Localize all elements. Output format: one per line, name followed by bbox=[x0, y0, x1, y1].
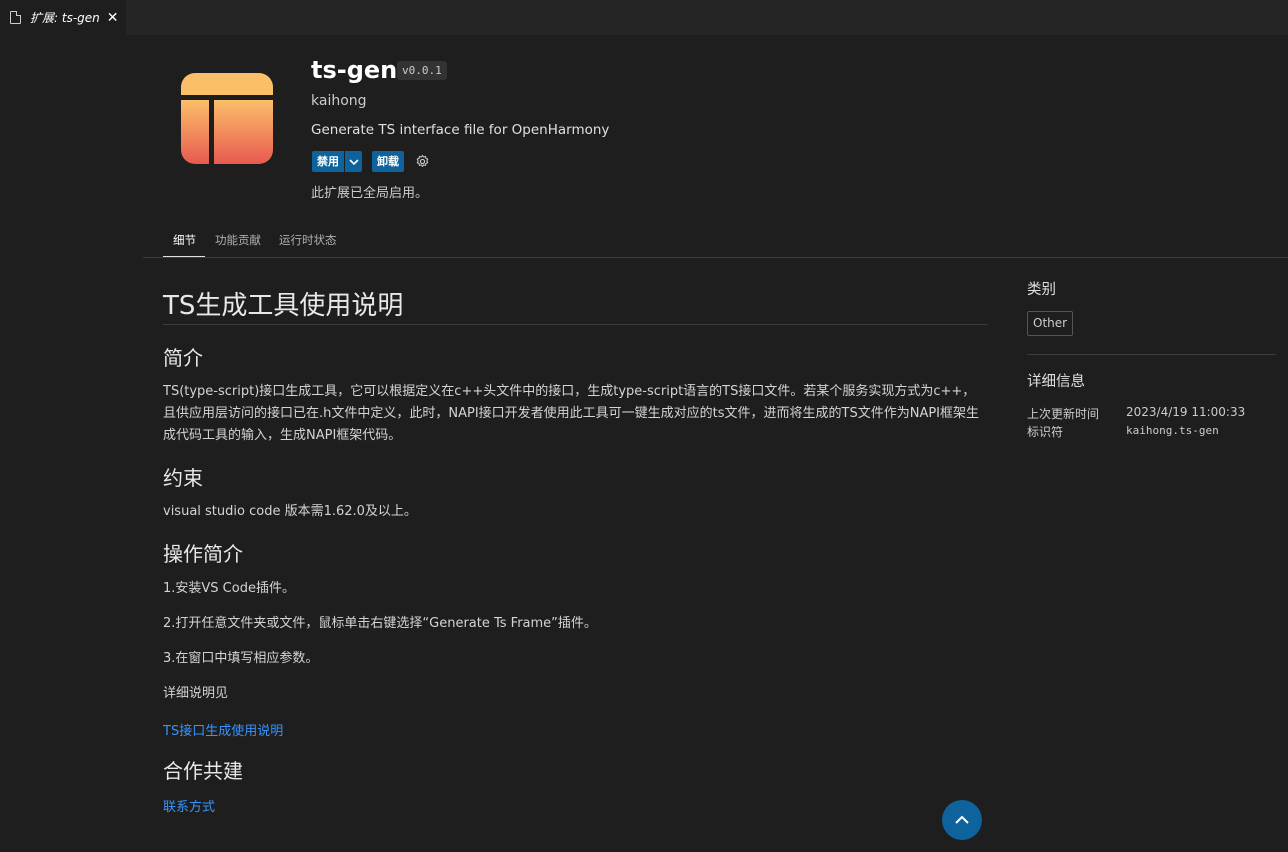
extension-logo-icon bbox=[181, 73, 273, 164]
file-icon bbox=[10, 11, 21, 24]
categories-heading: 类别 bbox=[1027, 282, 1056, 298]
identifier-value: kaihong.ts-gen bbox=[1126, 424, 1219, 437]
section-heading-usage: 操作简介 bbox=[163, 542, 243, 566]
gear-icon[interactable] bbox=[414, 154, 430, 170]
usage-step: 3.在窗口中填写相应参数。 bbox=[163, 651, 319, 666]
chevron-down-icon[interactable] bbox=[345, 151, 362, 172]
scroll-to-top-button[interactable] bbox=[942, 800, 982, 840]
readme-title: TS生成工具使用说明 bbox=[163, 291, 404, 321]
extension-name: ts-gen bbox=[311, 56, 398, 84]
section-heading-collaboration: 合作共建 bbox=[163, 759, 243, 783]
tab-runtime-status[interactable]: 运行时状态 bbox=[279, 232, 337, 248]
last-updated-value: 2023/4/19 11:00:33 bbox=[1126, 405, 1246, 419]
extension-actions: 禁用 卸载 bbox=[312, 151, 430, 172]
uninstall-button[interactable]: 卸载 bbox=[372, 151, 404, 172]
chevron-up-icon bbox=[955, 815, 969, 824]
detail-tabs: 细节 功能贡献 运行时状态 bbox=[143, 224, 1288, 258]
active-tab-indicator bbox=[163, 256, 205, 257]
usage-step: 2.打开任意文件夹或文件，鼠标单击右键选择“Generate Ts Frame”… bbox=[163, 616, 597, 631]
version-badge: v0.0.1 bbox=[397, 61, 447, 80]
constraints-paragraph: visual studio code 版本需1.62.0及以上。 bbox=[163, 504, 417, 519]
contact-link[interactable]: 联系方式 bbox=[163, 796, 215, 815]
disable-button[interactable]: 禁用 bbox=[312, 151, 362, 172]
section-heading-intro: 简介 bbox=[163, 346, 203, 370]
tab-details[interactable]: 细节 bbox=[173, 232, 196, 248]
last-updated-label: 上次更新时间 bbox=[1027, 407, 1100, 421]
identifier-label: 标识符 bbox=[1027, 425, 1064, 439]
usage-doc-link[interactable]: TS接口生成使用说明 bbox=[163, 720, 283, 739]
editor-tab[interactable]: 扩展: ts-gen ✕ bbox=[0, 0, 127, 35]
category-tag[interactable]: Other bbox=[1027, 311, 1074, 336]
intro-paragraph: TS(type-script)接口生成工具，它可以根据定义在c++头文件中的接口… bbox=[163, 384, 980, 443]
extension-description: Generate TS interface file for OpenHarmo… bbox=[311, 122, 610, 138]
divider bbox=[1027, 354, 1276, 355]
details-heading: 详细信息 bbox=[1027, 374, 1085, 390]
close-icon[interactable]: ✕ bbox=[107, 11, 119, 25]
usage-step: 1.安装VS Code插件。 bbox=[163, 581, 295, 596]
disable-button-label: 禁用 bbox=[312, 151, 345, 172]
divider bbox=[163, 324, 988, 325]
publisher-name[interactable]: kaihong bbox=[311, 93, 367, 109]
usage-step: 详细说明见 bbox=[163, 686, 229, 701]
section-heading-constraints: 约束 bbox=[163, 466, 203, 490]
tab-feature-contributions[interactable]: 功能贡献 bbox=[215, 232, 261, 248]
tab-label: 扩展: ts-gen bbox=[30, 11, 100, 25]
editor-tab-bar: 扩展: ts-gen ✕ bbox=[0, 0, 1288, 35]
extension-status: 此扩展已全局启用。 bbox=[311, 186, 429, 201]
